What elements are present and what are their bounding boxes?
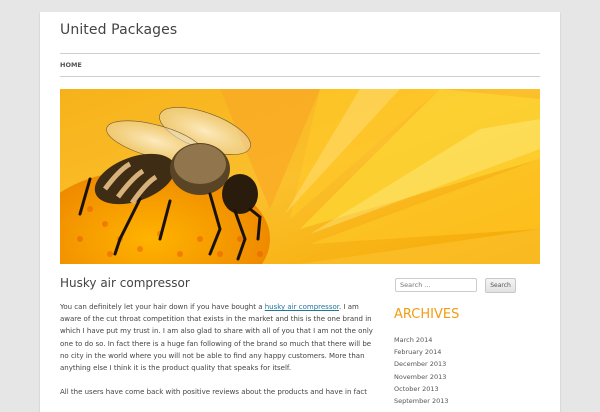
post-paragraph: All the users have come back with positi…	[60, 388, 367, 397]
search-button[interactable]: Search	[485, 278, 516, 293]
post-content: You can definitely let your hair down if…	[60, 301, 374, 410]
archives-heading: ARCHIVES	[394, 307, 460, 322]
archive-link-october-2013[interactable]: October 2013	[394, 383, 449, 395]
bee-on-flower-illustration	[60, 89, 540, 264]
archives-list: March 2014 February 2014 December 2013 N…	[394, 334, 449, 407]
archive-link-february-2014[interactable]: February 2014	[394, 346, 449, 358]
archive-link-march-2014[interactable]: March 2014	[394, 334, 449, 346]
nav-top-divider	[60, 53, 540, 54]
archive-link-september-2013[interactable]: September 2013	[394, 395, 449, 407]
search-input[interactable]	[395, 278, 477, 292]
post-text: You can definitely let your hair down if…	[60, 303, 265, 311]
page-container: United Packages HOME Husky air compresso…	[40, 12, 560, 412]
nav-bottom-divider	[60, 76, 540, 77]
post-title[interactable]: Husky air compressor	[60, 276, 190, 290]
archive-link-december-2013[interactable]: December 2013	[394, 358, 449, 370]
post-text: . I am aware of the cut throat competiti…	[60, 303, 373, 373]
post-paragraph: You can definitely let your hair down if…	[60, 301, 374, 374]
nav-item-home[interactable]: HOME	[60, 61, 82, 69]
archive-link-november-2013[interactable]: November 2013	[394, 371, 449, 383]
header-banner-image	[60, 89, 540, 264]
site-title[interactable]: United Packages	[60, 22, 177, 38]
husky-air-compressor-link[interactable]: husky air compressor	[265, 303, 339, 311]
